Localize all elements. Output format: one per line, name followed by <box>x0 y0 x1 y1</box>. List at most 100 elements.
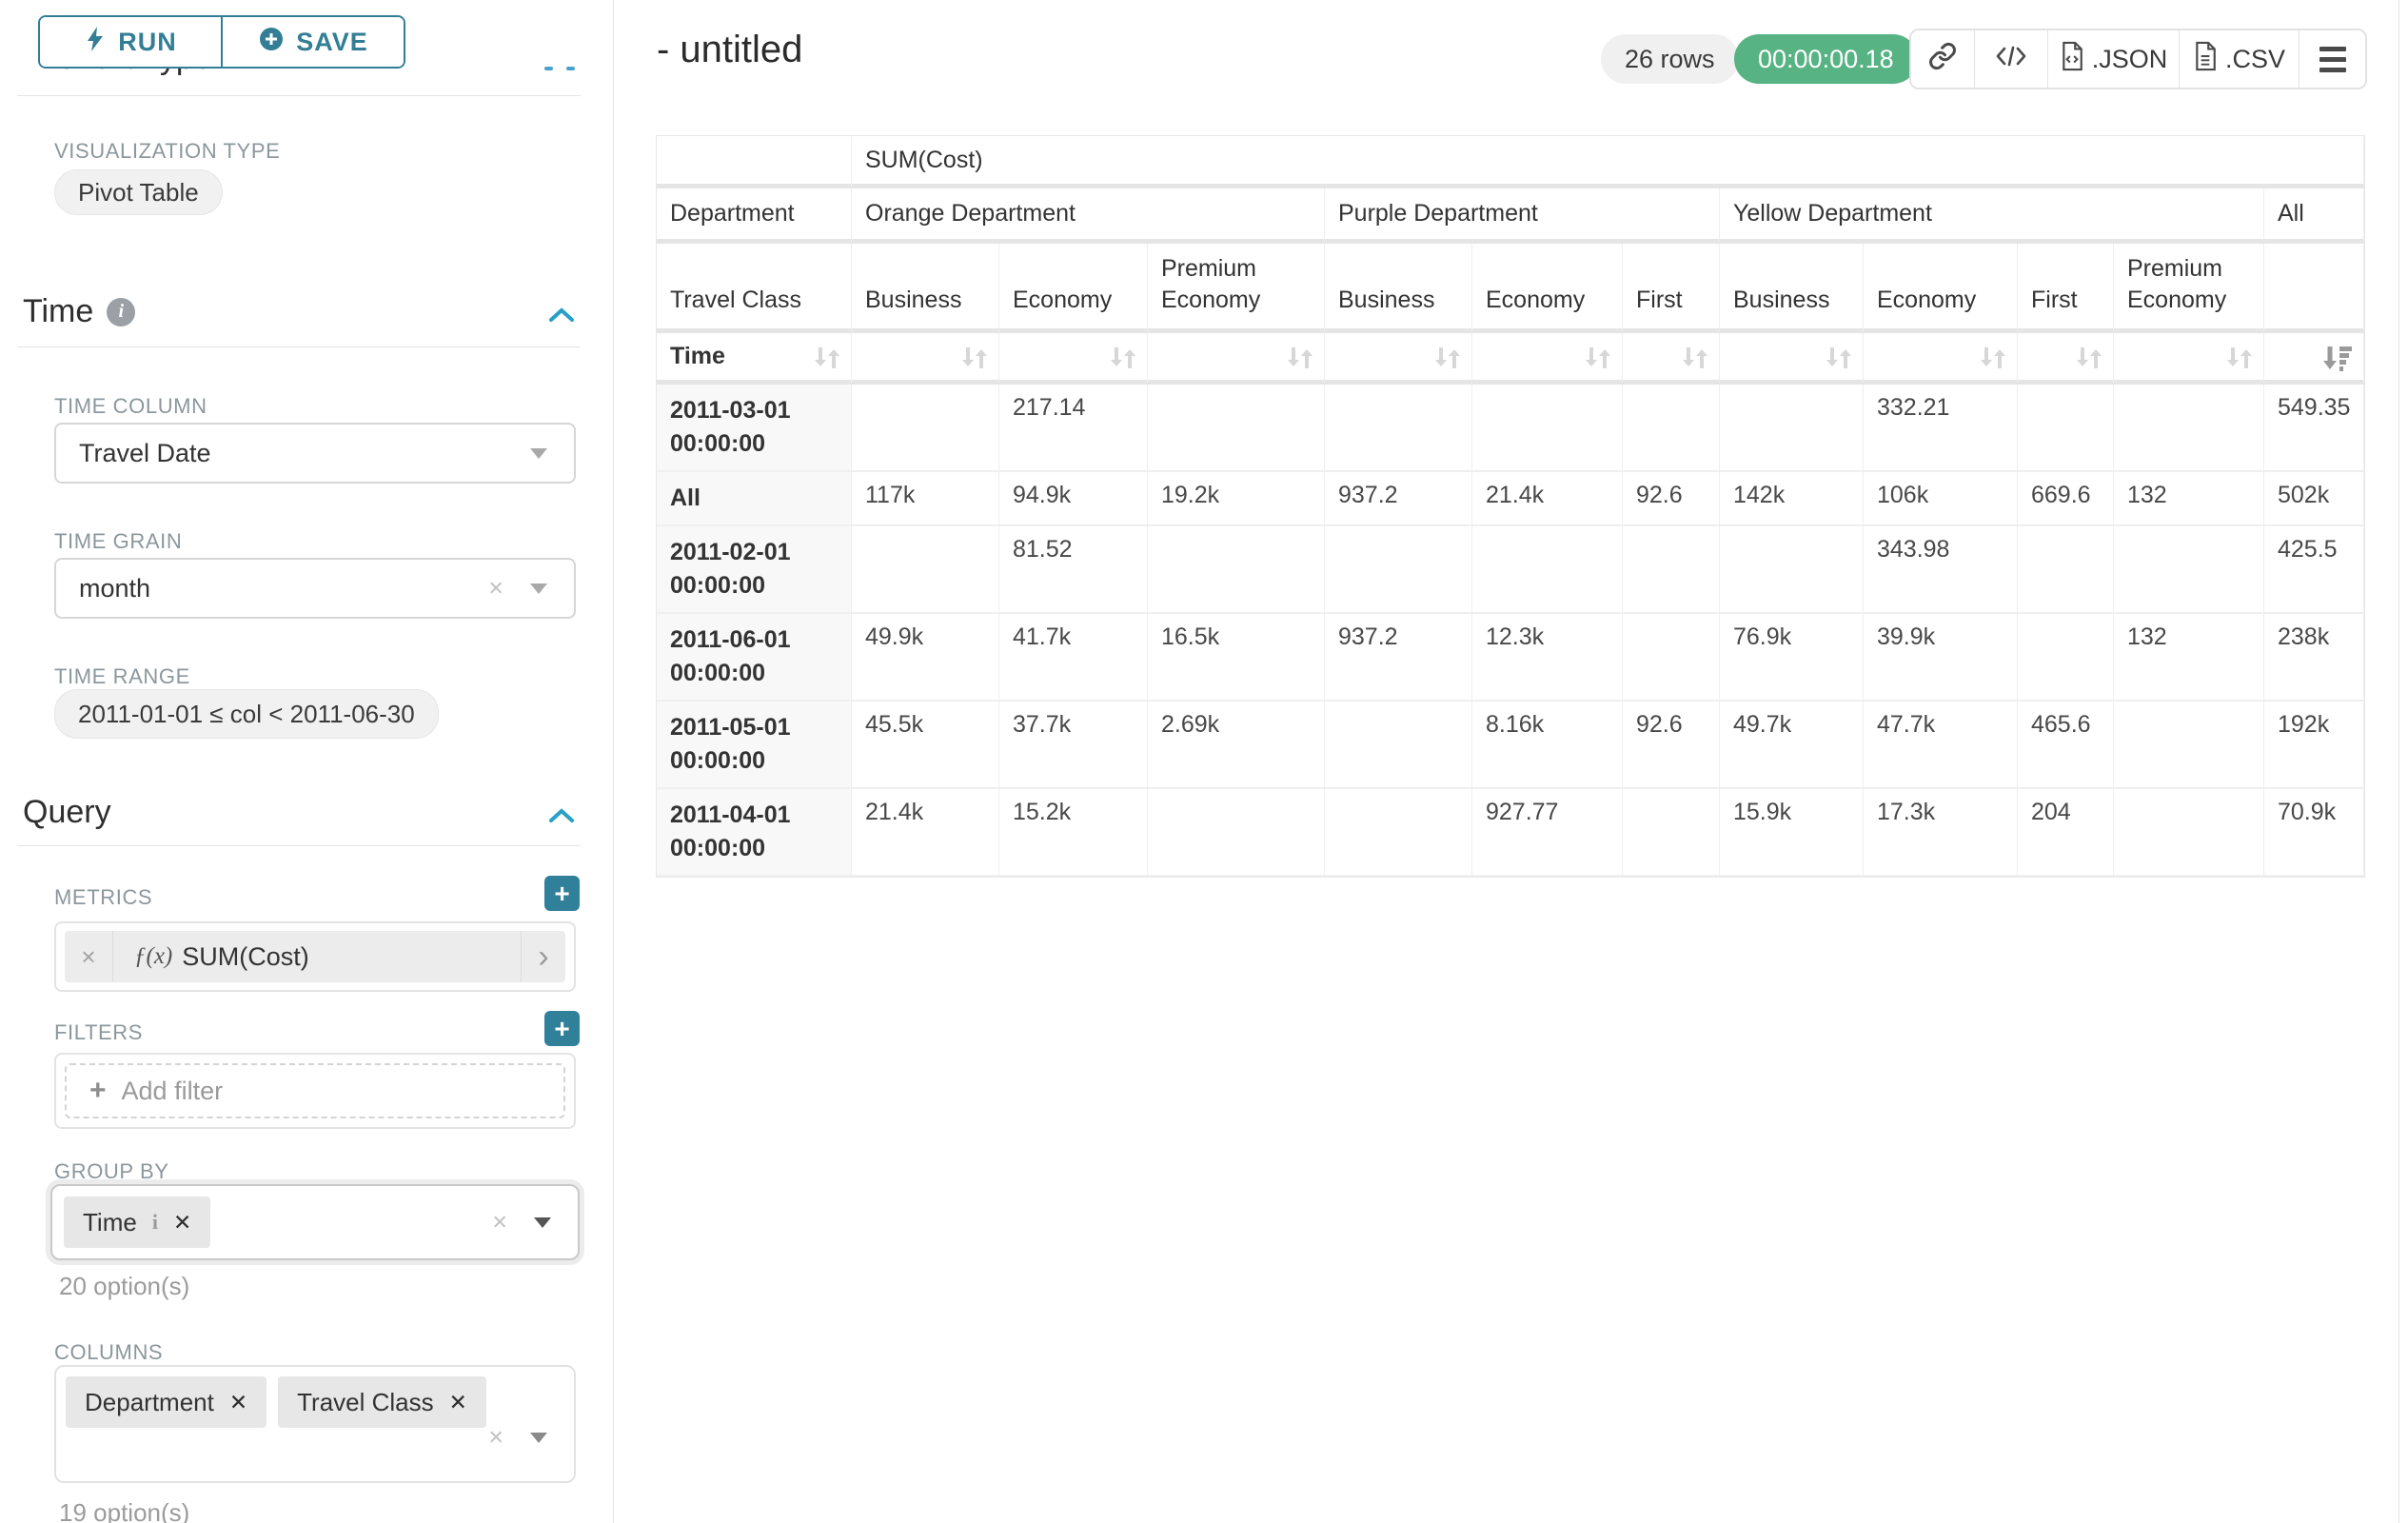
app-window: Chart Type RUN SAVE VISUALIZATION TYPE P… <box>0 0 2408 1523</box>
pivot-cell: 117k <box>852 472 999 526</box>
add-filter-plus-button[interactable]: + <box>544 1011 580 1046</box>
pivot-cell: 12.3k <box>1472 614 1623 702</box>
embed-code-button[interactable] <box>1974 30 2047 88</box>
pivot-row-label: 2011-03-01 00:00:00 <box>657 385 852 472</box>
columns-token[interactable]: Travel Class ✕ <box>278 1376 486 1428</box>
sort-icon[interactable] <box>958 345 989 378</box>
pivot-sort-cell[interactable] <box>1325 333 1472 385</box>
pivot-cell: 238k <box>2264 614 2364 702</box>
pivot-sort-cell[interactable] <box>1148 333 1325 385</box>
sort-desc-icon[interactable] <box>2321 345 2354 380</box>
pivot-cell: 49.9k <box>852 614 999 702</box>
link-icon <box>1928 42 1957 77</box>
sort-icon[interactable] <box>1284 345 1314 378</box>
caret-down-icon[interactable] <box>530 1433 547 1443</box>
pivot-col-header: Business <box>852 244 999 333</box>
visualization-type-value[interactable]: Pivot Table <box>54 169 223 215</box>
chevron-up-icon[interactable] <box>548 307 575 328</box>
pivot-sort-cell[interactable] <box>2018 333 2114 385</box>
table-row: All117k94.9k19.2k937.221.4k92.6142k106k6… <box>657 472 2364 526</box>
menu-button[interactable] <box>2299 30 2365 88</box>
chevron-up-icon[interactable] <box>548 807 575 829</box>
pivot-cell: 192k <box>2264 702 2364 789</box>
pivot-sort-cell[interactable] <box>2114 333 2264 385</box>
pivot-cell: 92.6 <box>1623 702 1720 789</box>
table-row: 2011-02-01 00:00:0081.52343.98425.5 <box>657 526 2364 614</box>
sort-icon[interactable] <box>811 345 841 378</box>
pivot-sort-cell[interactable]: Time <box>657 333 852 385</box>
sort-icon[interactable] <box>1431 345 1462 378</box>
pivot-total-header: All <box>2264 188 2364 244</box>
pivot-col-header: First <box>2018 244 2114 333</box>
pivot-cell <box>1325 385 1472 472</box>
pivot-cell: 92.6 <box>1623 472 1720 526</box>
divider <box>17 346 581 347</box>
action-button-group: RUN SAVE <box>38 15 405 69</box>
pivot-sort-cell[interactable] <box>1720 333 1864 385</box>
sort-icon[interactable] <box>1582 345 1612 378</box>
json-file-icon <box>2060 41 2084 78</box>
remove-metric-icon[interactable]: × <box>65 931 113 982</box>
time-grain-select[interactable]: month × <box>54 558 576 619</box>
caret-down-icon[interactable] <box>534 1217 551 1228</box>
pivot-sort-cell[interactable] <box>1472 333 1623 385</box>
sort-icon[interactable] <box>1823 345 1853 378</box>
clear-icon[interactable]: × <box>492 1208 507 1237</box>
pivot-cell <box>1472 385 1623 472</box>
pivot-sort-cell[interactable] <box>2264 333 2364 385</box>
save-button[interactable]: SAVE <box>221 17 404 67</box>
pivot-cell: 2.69k <box>1148 702 1325 789</box>
sort-icon[interactable] <box>1977 345 2007 378</box>
clear-icon[interactable]: × <box>488 1423 503 1453</box>
pivot-cell <box>1623 789 1720 877</box>
time-section-heading: Time i <box>23 293 135 330</box>
time-range-value[interactable]: 2011-01-01 ≤ col < 2011-06-30 <box>54 689 439 739</box>
caret-down-icon[interactable] <box>530 448 547 459</box>
sort-icon[interactable] <box>2073 345 2103 378</box>
pivot-cell <box>852 385 999 472</box>
sort-icon[interactable] <box>1107 345 1137 378</box>
pivot-sort-cell[interactable] <box>1623 333 1720 385</box>
pivot-col-header: First <box>1623 244 1720 333</box>
scroll-track[interactable] <box>2398 0 2399 1523</box>
remove-token-icon[interactable]: ✕ <box>449 1390 467 1415</box>
pivot-col-header <box>2264 244 2364 333</box>
export-csv-button[interactable]: .CSV <box>2179 30 2299 88</box>
clear-icon[interactable]: × <box>488 574 503 603</box>
info-icon[interactable]: i <box>152 1210 158 1235</box>
columns-select[interactable]: Department ✕ Travel Class ✕ × <box>54 1365 576 1483</box>
chevron-right-icon[interactable]: › <box>521 931 565 982</box>
info-icon[interactable]: i <box>107 298 135 326</box>
caret-down-icon[interactable] <box>530 583 547 594</box>
pivot-cell <box>2018 614 2114 702</box>
chart-title[interactable]: - untitled <box>657 29 802 71</box>
time-column-select[interactable]: Travel Date <box>54 423 576 484</box>
copy-link-button[interactable] <box>1911 30 1974 88</box>
metric-pill[interactable]: × ƒ(x) SUM(Cost) › <box>65 931 565 982</box>
remove-token-icon[interactable]: ✕ <box>229 1390 247 1415</box>
panel-drag-handle[interactable] <box>544 67 575 70</box>
pivot-col-header: Business <box>1720 244 1864 333</box>
pivot-cell: 425.5 <box>2264 526 2364 614</box>
remove-token-icon[interactable]: ✕ <box>173 1210 191 1236</box>
pivot-cell: 332.21 <box>1864 385 2018 472</box>
time-range-label: TIME RANGE <box>54 664 190 689</box>
pivot-cell: 49.7k <box>1720 702 1864 789</box>
pivot-cell: 21.4k <box>852 789 999 877</box>
pivot-cell <box>2018 526 2114 614</box>
group-by-token[interactable]: Time i ✕ <box>64 1197 210 1248</box>
sort-icon[interactable] <box>2223 345 2254 378</box>
pivot-sort-cell[interactable] <box>1864 333 2018 385</box>
group-by-select[interactable]: Time i ✕ × <box>50 1184 580 1260</box>
pivot-sort-cell[interactable] <box>999 333 1148 385</box>
add-filter-button[interactable]: + Add filter <box>65 1063 565 1118</box>
sort-icon[interactable] <box>1679 345 1709 378</box>
export-json-button[interactable]: .JSON <box>2047 30 2179 88</box>
add-metric-button[interactable]: + <box>544 876 580 911</box>
run-button[interactable]: RUN <box>40 17 221 67</box>
pivot-cell: 21.4k <box>1472 472 1623 526</box>
group-by-options-hint: 20 option(s) <box>59 1272 189 1301</box>
pivot-sort-cell[interactable] <box>852 333 999 385</box>
columns-token[interactable]: Department ✕ <box>66 1376 266 1428</box>
columns-label: COLUMNS <box>54 1340 163 1365</box>
